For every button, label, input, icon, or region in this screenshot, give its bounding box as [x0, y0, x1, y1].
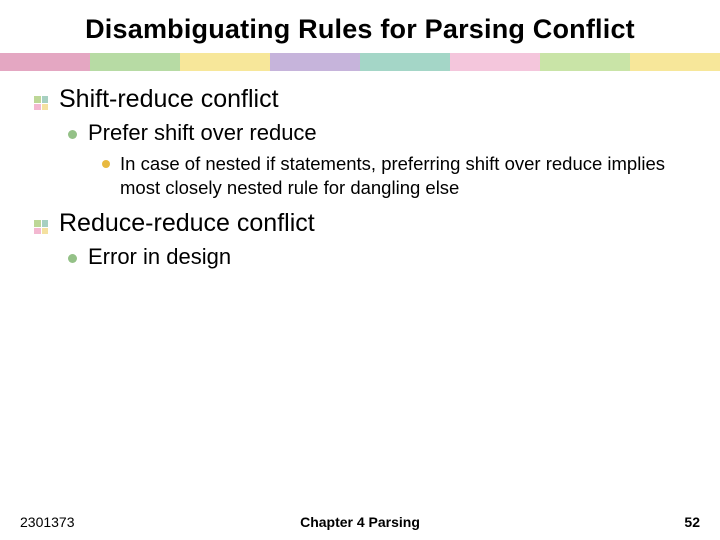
dot-bullet-icon: [68, 254, 77, 263]
sub-dot-bullet-icon: [102, 160, 110, 168]
bullet-item-text: Prefer shift over reduce: [88, 120, 317, 146]
divider-seg: [90, 53, 180, 71]
divider-seg: [180, 53, 270, 71]
divider-seg: [540, 53, 630, 71]
sub-bullet-item-text: In case of nested if statements, preferr…: [120, 152, 686, 199]
section-heading-text: Shift-reduce conflict: [59, 85, 279, 114]
square-bullet-icon: [34, 96, 48, 110]
section-heading-text: Reduce-reduce conflict: [59, 209, 315, 238]
section-heading: Shift-reduce conflict: [34, 85, 686, 114]
chapter-label: Chapter 4 Parsing: [300, 514, 420, 530]
dot-bullet-icon: [68, 130, 77, 139]
footer: 2301373 Chapter 4 Parsing 52: [0, 514, 720, 530]
title-area: Disambiguating Rules for Parsing Conflic…: [0, 0, 720, 53]
page-number: 52: [684, 514, 700, 530]
divider-seg: [0, 53, 90, 71]
section-heading: Reduce-reduce conflict: [34, 209, 686, 238]
bullet-item: Prefer shift over reduce: [68, 120, 686, 146]
divider-bar: [0, 53, 720, 71]
slide-title: Disambiguating Rules for Parsing Conflic…: [30, 14, 690, 45]
divider-seg: [360, 53, 450, 71]
course-code: 2301373: [20, 514, 75, 530]
divider-seg: [450, 53, 540, 71]
content-area: Shift-reduce conflict Prefer shift over …: [0, 71, 720, 270]
divider-seg: [630, 53, 720, 71]
divider-seg: [270, 53, 360, 71]
square-bullet-icon: [34, 220, 48, 234]
sub-bullet-item: In case of nested if statements, preferr…: [102, 152, 686, 199]
bullet-item: Error in design: [68, 244, 686, 270]
bullet-item-text: Error in design: [88, 244, 231, 270]
